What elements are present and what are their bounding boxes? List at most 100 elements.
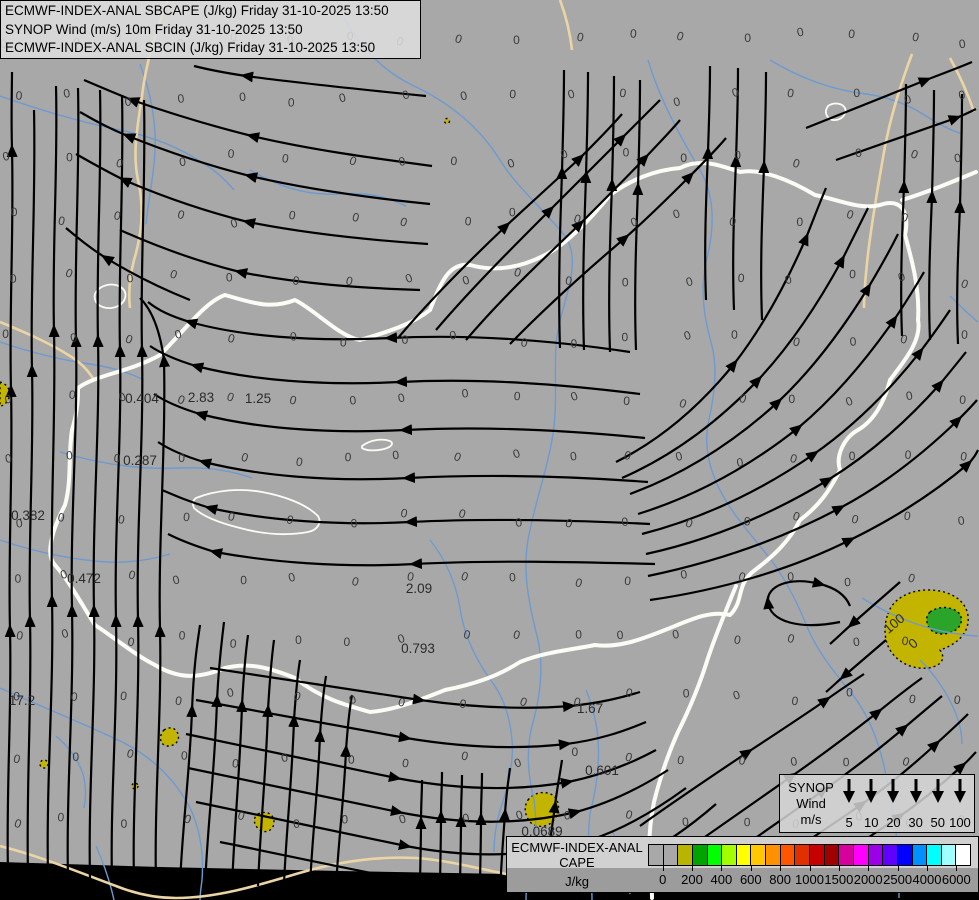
station-report-value: 0 bbox=[293, 817, 301, 831]
station-report-value: 0 bbox=[904, 448, 912, 462]
station-report-value: 0 bbox=[846, 685, 854, 699]
station-report-value: 0 bbox=[570, 337, 577, 351]
station-report-value: 0 bbox=[843, 755, 850, 769]
cape-color-cell bbox=[795, 845, 811, 865]
station-report-value: 0 bbox=[682, 686, 690, 700]
wind-arrow-down-icon bbox=[843, 779, 856, 803]
station-report-value: 0 bbox=[178, 451, 185, 465]
contour-value-label: 0.472 bbox=[67, 571, 101, 586]
station-report-value: 0 bbox=[240, 573, 247, 587]
station-report-value: 0 bbox=[734, 148, 741, 162]
contour-value-label: 17.2 bbox=[9, 693, 35, 708]
cape-color-cell bbox=[722, 845, 737, 865]
wind-arrow-down-icon bbox=[887, 779, 900, 803]
station-report-value: 0 bbox=[344, 450, 352, 464]
wind-speed-label: 50 bbox=[930, 815, 945, 830]
station-report-value: 0 bbox=[341, 812, 348, 826]
contour-value-label: 0.382 bbox=[11, 508, 45, 523]
wind-speed-legend: SYNOP Wind m/s 5 10 20 30 50 100 bbox=[779, 774, 975, 833]
title-line-sbcin: ECMWF-INDEX-ANAL SBCIN (J/kg) Friday 31-… bbox=[5, 40, 376, 56]
wind-legend-subtitle: Wind bbox=[796, 796, 826, 811]
cape-tick-mark bbox=[927, 866, 928, 871]
wind-speed-label: 30 bbox=[908, 815, 923, 830]
station-report-value: 0 bbox=[348, 753, 355, 767]
cape-tick-mark bbox=[956, 866, 958, 871]
station-report-value: 0 bbox=[622, 330, 629, 344]
station-report-value: 0 bbox=[288, 95, 295, 109]
station-report-value: 0 bbox=[564, 808, 572, 822]
station-report-value: 0 bbox=[796, 215, 803, 229]
cape-color-legend: ECMWF-INDEX-ANAL CAPE J/kg 0 200 400 600 800… bbox=[506, 836, 979, 893]
wind-speed-label: 5 bbox=[845, 815, 853, 830]
wind-legend-entry: 30 bbox=[905, 777, 927, 830]
cape-color-cell bbox=[751, 845, 767, 865]
cape-tick-mark bbox=[780, 866, 782, 871]
wind-speed-label: 100 bbox=[949, 815, 971, 830]
cape-color-cell bbox=[897, 845, 913, 865]
station-report-value: 0 bbox=[509, 205, 516, 219]
contour-value-label: 2.83 bbox=[188, 390, 214, 405]
station-report-value: 0 bbox=[961, 328, 969, 342]
contour-value-label: 0.601 bbox=[585, 763, 619, 778]
cape-tick-label: 200 bbox=[681, 872, 703, 887]
wind-legend-entry: 5 bbox=[838, 777, 860, 830]
station-report-value: 0 bbox=[744, 815, 751, 829]
station-report-value: 0 bbox=[15, 88, 23, 102]
station-report-value: 0 bbox=[744, 514, 752, 528]
station-report-value: 0 bbox=[855, 146, 863, 160]
wind-legend-entry: 100 bbox=[949, 777, 971, 830]
wind-legend-units: m/s bbox=[800, 812, 822, 827]
cape-color-cell bbox=[941, 845, 957, 865]
station-report-value: 0 bbox=[513, 33, 520, 47]
cape-tick-label: 4000 bbox=[912, 872, 942, 887]
cape-color-cell bbox=[736, 845, 752, 865]
cape-tick-label: 1000 bbox=[795, 872, 824, 887]
cape-legend-parameter: CAPE bbox=[559, 855, 595, 870]
weather-map: 0 0 0 0 0 0 0 0 0 0 0 0 0 0 0 0 0 0 0 0 0 0 0 0 0 0 0 0 0 0 0 0 0 0 0 0 0 0 0 0… bbox=[0, 0, 979, 900]
cape-color-bar bbox=[648, 844, 971, 866]
cape-tick-label: 400 bbox=[710, 872, 733, 887]
cape-tick-mark bbox=[721, 866, 723, 871]
map-title-box: ECMWF-INDEX-ANAL SBCAPE (J/kg) Friday 31… bbox=[0, 0, 421, 59]
cape-tick-mark bbox=[868, 866, 870, 871]
station-report-value: 0 bbox=[623, 146, 630, 160]
cape-tick-label: 2000 bbox=[853, 872, 883, 887]
station-report-value: 0 bbox=[575, 627, 583, 641]
cape-color-cell bbox=[780, 845, 796, 865]
cape-tick-mark bbox=[809, 866, 811, 871]
cape-color-cell bbox=[868, 845, 884, 865]
contour-value-label: 0.404 bbox=[125, 391, 159, 406]
map-background bbox=[0, 0, 979, 900]
contour-value-label: 0.793 bbox=[401, 641, 435, 656]
cape-color-cell bbox=[649, 845, 664, 865]
cape-tick-label: 600 bbox=[739, 872, 762, 887]
wind-speed-label: 20 bbox=[886, 815, 901, 830]
station-report-value: 0 bbox=[509, 87, 517, 101]
station-report-value: 0 bbox=[788, 392, 795, 406]
cape-tick-label: 1500 bbox=[824, 872, 854, 887]
wind-arrow-down-icon bbox=[953, 779, 966, 803]
cape-tick-label: 6000 bbox=[941, 872, 971, 887]
station-report-value: 0 bbox=[622, 275, 629, 289]
wind-arrow-down-icon bbox=[865, 779, 878, 803]
station-report-value: 0 bbox=[744, 31, 752, 45]
station-report-value: 0 bbox=[787, 569, 795, 583]
cape-color-cell bbox=[839, 845, 854, 865]
cape-tick-label: 0 bbox=[659, 872, 667, 887]
station-report-value: 0 bbox=[680, 151, 687, 165]
wind-legend-title: SYNOP bbox=[788, 780, 834, 795]
cape-tick-mark bbox=[692, 866, 693, 871]
wind-speed-label: 10 bbox=[864, 815, 879, 830]
cape-color-cell bbox=[912, 845, 928, 865]
cape-color-cell bbox=[824, 845, 840, 865]
cape-color-cell bbox=[663, 845, 679, 865]
cape-color-cell bbox=[678, 845, 693, 865]
cape-color-cell bbox=[707, 845, 723, 865]
cape-tick-label: 800 bbox=[769, 872, 791, 887]
station-report-value: 0 bbox=[572, 745, 579, 759]
cape-color-cell bbox=[956, 845, 971, 865]
cape-color-cell bbox=[766, 845, 781, 865]
cape-color-cell bbox=[927, 845, 942, 865]
cape-tick-mark bbox=[750, 866, 752, 871]
station-report-value: 0 bbox=[181, 748, 189, 762]
